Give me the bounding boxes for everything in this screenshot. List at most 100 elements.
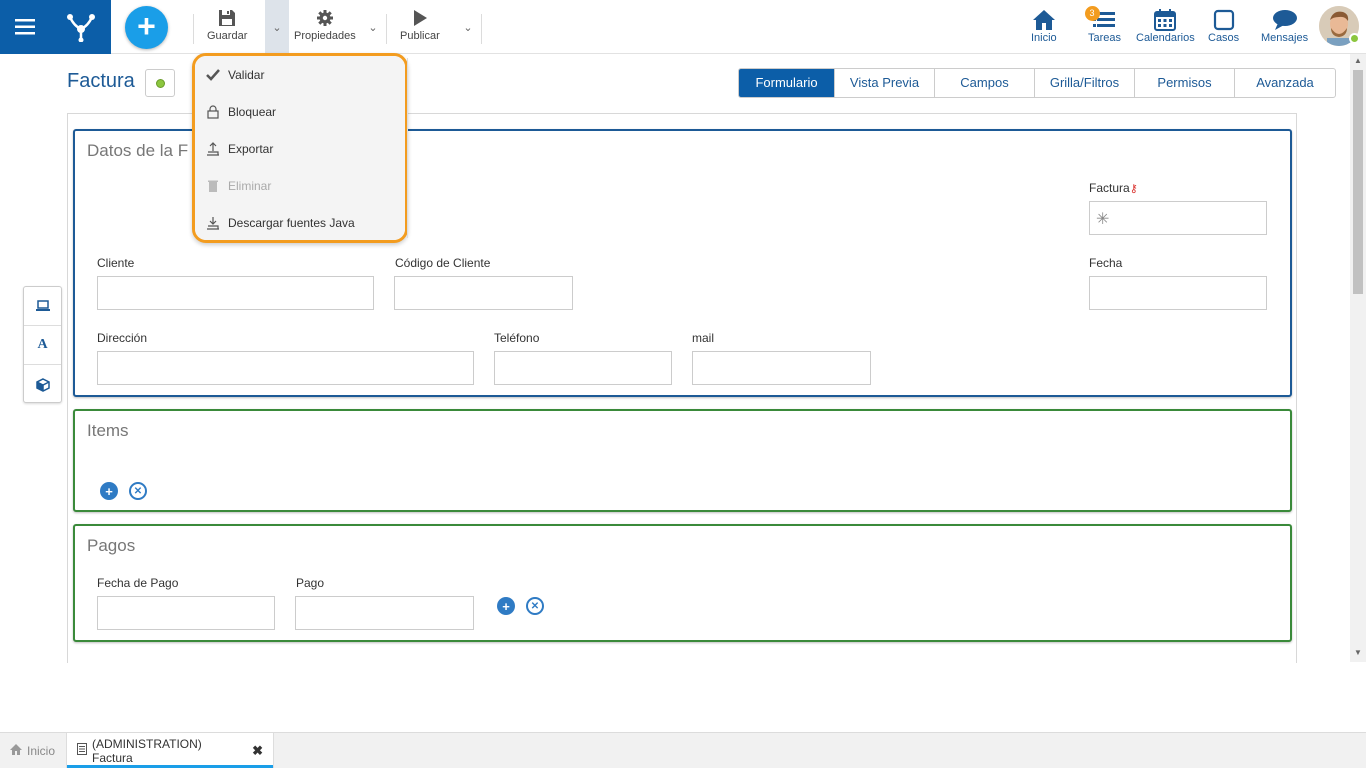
nav-calendars-label: Calendarios [1136, 32, 1195, 44]
chat-bubble-icon [1272, 10, 1297, 30]
designer-tabs: Formulario Vista Previa Campos Grilla/Fi… [738, 68, 1336, 98]
menu-item-bloquear[interactable]: Bloquear [205, 102, 276, 122]
add-row-button[interactable]: + [497, 597, 515, 615]
autonumber-asterisk-icon: ✳ [1096, 211, 1110, 228]
plus-icon: + [502, 598, 510, 614]
tab-vista-previa[interactable]: Vista Previa [835, 69, 935, 97]
add-row-button[interactable]: + [100, 482, 118, 500]
scroll-down-icon[interactable]: ▼ [1350, 646, 1366, 660]
mail-input[interactable] [692, 351, 871, 385]
download-icon [205, 216, 221, 230]
key-icon: ⚷ [1129, 183, 1138, 195]
toolbar-separator [193, 14, 194, 44]
mail-label: mail [692, 331, 715, 345]
section-items[interactable]: Items + ✕ [73, 409, 1292, 512]
cliente-label: Cliente [97, 256, 135, 270]
trash-icon [205, 179, 221, 193]
tab-formulario[interactable]: Formulario [739, 69, 835, 97]
tab-grilla-filtros[interactable]: Grilla/Filtros [1035, 69, 1135, 97]
toolbar-separator [386, 14, 387, 44]
telefono-label: Teléfono [494, 331, 540, 345]
app-logo[interactable] [50, 0, 111, 54]
section-title: Datos de la F [87, 141, 189, 160]
nav-messages-label: Mensajes [1261, 32, 1309, 44]
remove-row-button[interactable]: ✕ [526, 597, 544, 615]
fecha-pago-label: Fecha de Pago [97, 576, 179, 590]
new-button[interactable]: + [125, 6, 168, 49]
menu-item-label: Eliminar [228, 179, 272, 193]
properties-options-dropdown[interactable]: ⌄ [361, 0, 385, 54]
direccion-input[interactable] [97, 351, 474, 385]
laptop-icon [35, 300, 50, 311]
nav-home-label: Inicio [1031, 32, 1057, 44]
factura-input[interactable]: ✳ [1089, 201, 1267, 235]
export-icon [205, 142, 221, 156]
close-icon: ✕ [133, 485, 143, 497]
pago-input[interactable] [295, 596, 474, 630]
nav-tasks-label: Tareas [1088, 32, 1122, 44]
menu-item-descargar-fuentes-java[interactable]: Descargar fuentes Java [205, 213, 355, 233]
fecha-pago-input[interactable] [97, 596, 275, 630]
menu-item-label: Bloquear [228, 105, 277, 119]
vertical-scrollbar[interactable]: ▲ ▼ [1350, 54, 1366, 662]
fecha-input[interactable] [1089, 276, 1267, 310]
menu-divider [407, 58, 408, 238]
close-icon[interactable]: ✖ [252, 743, 263, 759]
play-icon [413, 10, 427, 26]
tab-permisos[interactable]: Permisos [1135, 69, 1235, 97]
bottom-tab-factura[interactable]: (ADMINISTRATION) Factura ✖ [66, 733, 274, 768]
logo-icon [66, 14, 95, 42]
properties-label: Propiedades [294, 30, 356, 42]
control-toolbox: A [23, 286, 62, 403]
calendar-icon [1154, 9, 1177, 31]
cliente-input[interactable] [97, 276, 374, 310]
home-icon [10, 743, 22, 758]
codigo-cliente-input[interactable] [394, 276, 573, 310]
home-icon [1032, 10, 1055, 30]
section-pagos[interactable]: Pagos Fecha de Pago Pago + ✕ [73, 524, 1292, 642]
nav-tasks[interactable]: 3 Tareas [1084, 6, 1122, 44]
save-options-dropdown[interactable]: ⌄ [265, 0, 289, 54]
tasks-badge: 3 [1084, 6, 1100, 21]
menu-item-eliminar[interactable]: Eliminar [205, 176, 271, 196]
chevron-down-icon: ⌄ [368, 21, 378, 34]
menu-item-label: Descargar fuentes Java [228, 216, 355, 230]
scroll-up-icon[interactable]: ▲ [1350, 54, 1366, 68]
toolbox-text-button[interactable]: A [24, 326, 61, 365]
publish-button[interactable]: Publicar [400, 8, 440, 46]
fecha-label: Fecha [1089, 256, 1123, 270]
section-title: Pagos [87, 536, 136, 555]
codigo-cliente-label: Código de Cliente [395, 256, 491, 270]
toolbox-container-button[interactable] [24, 365, 61, 404]
tab-avanzada[interactable]: Avanzada [1235, 69, 1335, 97]
page-title: Factura [67, 70, 135, 92]
tab-campos[interactable]: Campos [935, 69, 1035, 97]
nav-calendars[interactable]: Calendarios [1136, 8, 1195, 44]
nav-messages[interactable]: Mensajes [1261, 8, 1308, 44]
online-status-dot [1349, 33, 1360, 44]
scrollbar-thumb[interactable] [1353, 70, 1363, 294]
telefono-input[interactable] [494, 351, 672, 385]
save-button[interactable]: Guardar [207, 8, 247, 46]
lock-icon [205, 105, 221, 119]
properties-button[interactable]: Propiedades [294, 8, 356, 46]
menu-item-exportar[interactable]: Exportar [205, 139, 273, 159]
save-label: Guardar [207, 30, 248, 42]
publish-options-dropdown[interactable]: ⌄ [456, 0, 480, 54]
toolbox-device-button[interactable] [24, 287, 61, 326]
checkmark-icon [205, 69, 221, 81]
bottom-tab-home[interactable]: Inicio [0, 733, 65, 768]
menu-item-validar[interactable]: Validar [205, 65, 264, 85]
hamburger-menu-button[interactable] [0, 0, 50, 54]
remove-row-button[interactable]: ✕ [129, 482, 147, 500]
top-bar: + Guardar ⌄ Propiedades ⌄ Publicar ⌄ Ini… [0, 0, 1366, 54]
document-icon [77, 743, 87, 758]
nav-cases[interactable]: Casos [1208, 8, 1239, 44]
save-options-menu: Validar Bloquear Exportar Eliminar Desca… [192, 53, 408, 243]
menu-item-label: Validar [228, 68, 265, 82]
nav-cases-label: Casos [1208, 32, 1240, 44]
status-button[interactable] [145, 69, 175, 97]
nav-home[interactable]: Inicio [1031, 8, 1057, 44]
toolbar-separator [481, 14, 482, 44]
field-label-factura: Factura⚷ [1089, 181, 1138, 195]
